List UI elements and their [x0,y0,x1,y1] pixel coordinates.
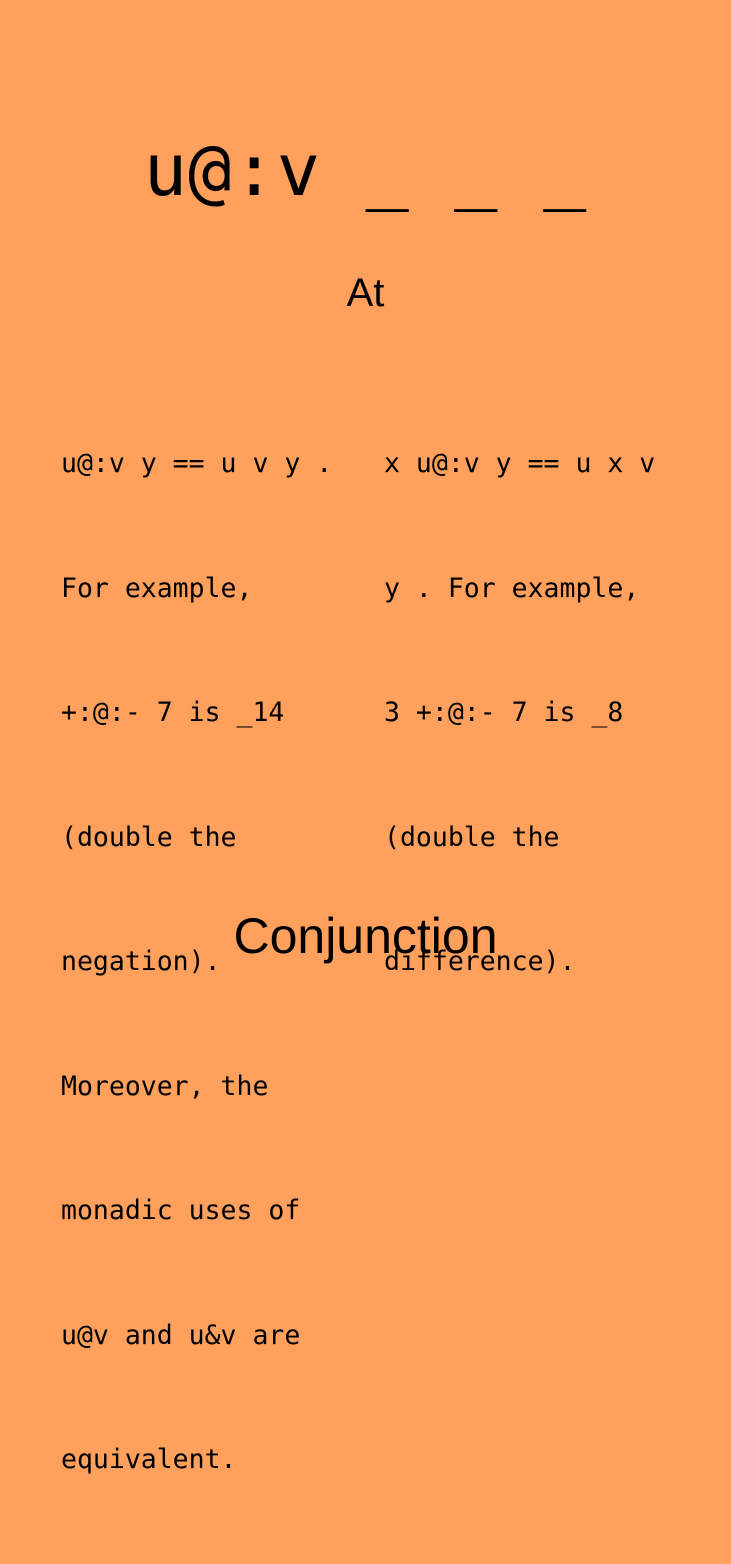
monadic-line: u@:v y == u v y . [61,448,333,479]
dyadic-line: 3 +:@:- 7 is _8 [384,697,624,728]
monadic-line: equivalent. [61,1444,237,1475]
dyadic-line: y . For example, [384,572,640,604]
monadic-line: For example, [61,572,253,604]
dyadic-line: (double the [384,821,560,853]
dyadic-line: x u@:v y == u x v [384,448,656,479]
monadic-line: Moreover, the [61,1070,269,1102]
vocabulary-card: u@:v _ _ _ At u@:v y == u v y . For exam… [0,0,731,1475]
primitive-name: At [346,271,385,315]
monadic-line: (double the [61,821,237,853]
monadic-line: +:@:- 7 is _14 [61,697,285,728]
primitive-signature: u@:v _ _ _ [143,128,588,212]
part-of-speech: Conjunction [233,908,498,964]
monadic-line: monadic uses of [61,1195,301,1226]
monadic-line: u@v and u&v are [61,1319,301,1351]
